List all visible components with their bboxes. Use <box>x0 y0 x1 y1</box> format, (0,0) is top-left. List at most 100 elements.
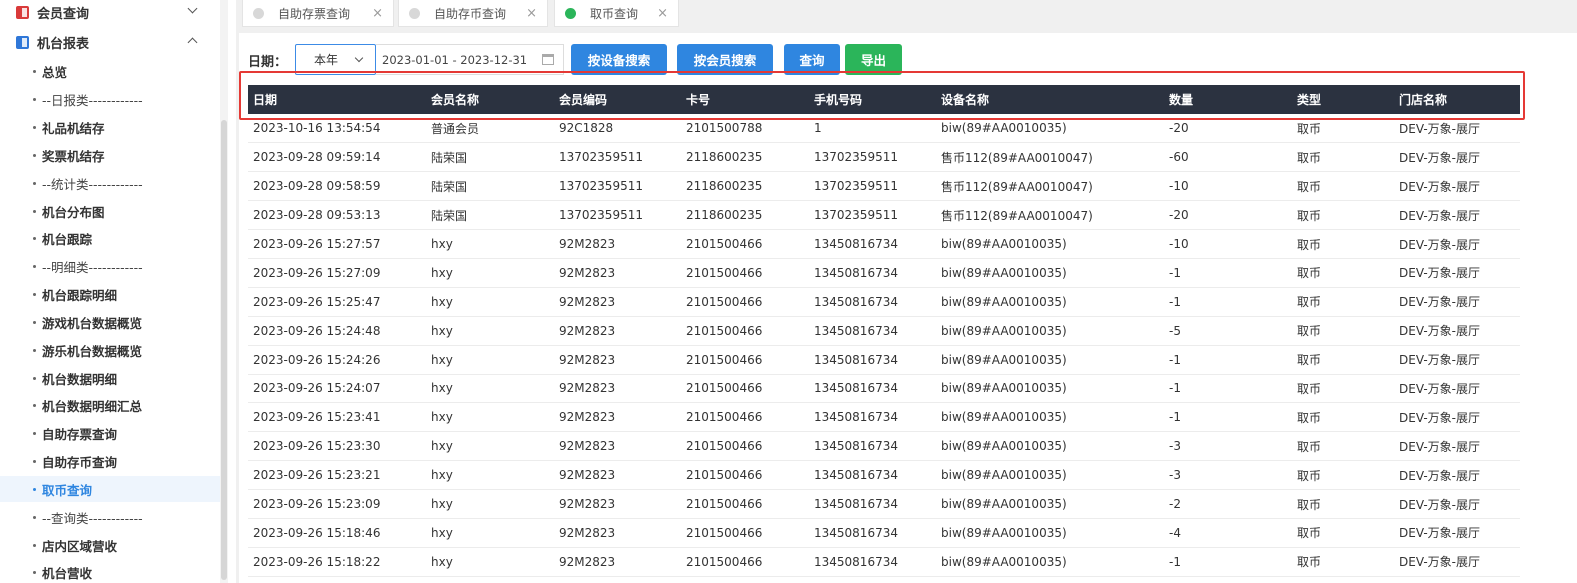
column-header-member-name[interactable]: 会员名称 <box>426 85 554 114</box>
sidebar-item-label: --查询类------------ <box>42 510 143 526</box>
bullet-icon <box>33 348 36 352</box>
cell-device-name: 售币112(89#AA0010047) <box>941 179 1093 194</box>
table-row[interactable]: 2023-09-26 15:27:09 hxy 92M2823 2101500466 1… <box>248 258 1520 288</box>
sidebar-item-label: 机台分布图 <box>42 204 105 220</box>
cell-type: 取币 <box>1297 237 1322 252</box>
cell-quantity: -1 <box>1169 294 1181 309</box>
cell-device-name: biw(89#AA0010035) <box>941 352 1067 367</box>
cell-phone: 13450816734 <box>814 265 898 280</box>
tab-bar: 自助存票查询 × 自助存币查询 × 取币查询 × <box>236 0 1577 33</box>
table-row[interactable]: 2023-09-26 15:18:22 hxy 92M2823 2101500466 1… <box>248 547 1520 577</box>
close-icon[interactable]: × <box>526 6 537 21</box>
date-range-value: 2023-01-01 - 2023-12-31 <box>382 52 528 67</box>
column-header-card-no[interactable]: 卡号 <box>681 85 809 114</box>
table-row[interactable]: 2023-09-26 15:23:21 hxy 92M2823 2101500466 1… <box>248 461 1520 490</box>
table-row[interactable]: 2023-09-26 15:23:30 hxy 92M2823 2101500466 1… <box>248 432 1520 461</box>
table-row[interactable]: 2023-09-28 09:59:14 陆荣国 13702359511 2118600… <box>248 143 1520 172</box>
table-row[interactable]: 2023-09-28 09:58:59 陆荣国 13702359511 2118600… <box>248 172 1520 201</box>
cell-card-no: 2118600235 <box>686 150 763 165</box>
sidebar-group-machine-report[interactable]: 机台报表 <box>0 28 220 56</box>
table-row[interactable]: 2023-09-26 15:23:41 hxy 92M2823 2101500466 1… <box>248 403 1520 432</box>
sidebar-scrollbar-thumb[interactable] <box>221 120 227 580</box>
bullet-icon <box>33 97 36 101</box>
tab-self-ticket-query[interactable]: 自助存票查询 × <box>242 0 394 27</box>
cell-device-name: biw(89#AA0010035) <box>941 265 1067 280</box>
cell-card-no: 2101500466 <box>686 237 763 251</box>
export-button[interactable]: 导出 <box>845 44 902 75</box>
sidebar-item-ride-machine-overview[interactable]: 游乐机台数据概览 <box>0 337 226 363</box>
bullet-icon <box>33 292 36 296</box>
tab-active-dot <box>565 7 576 19</box>
cell-device-name: biw(89#AA0010035) <box>941 497 1067 512</box>
sidebar-item-machine-distribution[interactable]: 机台分布图 <box>0 198 226 224</box>
table-row[interactable]: 2023-09-26 15:27:57 hxy 92M2823 2101500466 1… <box>248 230 1520 259</box>
cell-card-no: 2118600235 <box>686 208 763 223</box>
table-row[interactable]: 2023-09-28 09:53:13 陆荣国 13702359511 2118600… <box>248 201 1520 230</box>
sidebar-item-machine-data-summary[interactable]: 机台数据明细汇总 <box>0 392 226 418</box>
cell-type: 取币 <box>1297 208 1322 223</box>
sidebar-item-label: 自助存币查询 <box>42 454 118 470</box>
period-select[interactable]: 本年 <box>295 44 376 75</box>
bullet-icon <box>33 236 36 240</box>
cell-member-name: hxy <box>431 497 453 512</box>
table-row[interactable]: 2023-09-26 15:18:46 hxy 92M2823 2101500466 1… <box>248 518 1520 548</box>
search-by-member-button[interactable]: 按会员搜索 <box>677 44 773 75</box>
bullet-icon <box>33 153 36 157</box>
sidebar-item-machine-data-detail[interactable]: 机台数据明细 <box>0 365 226 391</box>
close-icon[interactable]: × <box>657 6 668 21</box>
sidebar-item-gift-machine-stock[interactable]: 礼品机结存 <box>0 114 226 140</box>
cell-card-no: 2101500466 <box>686 265 763 280</box>
table-row[interactable]: 2023-10-16 13:54:54 普通会员 92C1828 2101500788… <box>248 114 1520 143</box>
table-row[interactable]: 2023-09-26 15:25:47 hxy 92M2823 2101500466 1… <box>248 287 1520 317</box>
column-header-date[interactable]: 日期 <box>248 85 426 114</box>
query-button[interactable]: 查询 <box>784 44 840 75</box>
cell-member-code: 92M2823 <box>559 294 616 309</box>
chevron-up-icon <box>187 37 198 48</box>
cell-device-name: biw(89#AA0010035) <box>941 525 1067 540</box>
column-header-store-name[interactable]: 门店名称 <box>1394 85 1520 114</box>
sidebar-item-machine-tracking-detail[interactable]: 机台跟踪明细 <box>0 281 226 307</box>
column-header-quantity[interactable]: 数量 <box>1164 85 1292 114</box>
table-row[interactable]: 2023-09-26 15:24:48 hxy 92M2823 2101500466 1… <box>248 316 1520 346</box>
sidebar-item-self-ticket-query[interactable]: 自助存票查询 <box>0 420 226 446</box>
sidebar-item-ticket-machine-stock[interactable]: 奖票机结存 <box>0 142 226 168</box>
table-row[interactable]: 2023-09-26 15:24:26 hxy 92M2823 2101500466 1… <box>248 345 1520 375</box>
cell-date: 2023-09-26 15:23:21 <box>253 468 381 483</box>
cell-card-no: 2101500466 <box>686 381 763 396</box>
column-header-member-code[interactable]: 会员编码 <box>554 85 681 114</box>
cell-phone: 13450816734 <box>814 554 898 569</box>
search-by-device-button[interactable]: 按设备搜索 <box>571 44 667 75</box>
tab-self-coin-query[interactable]: 自助存币查询 × <box>398 0 548 27</box>
cell-member-name: hxy <box>431 468 453 483</box>
sidebar-item-overview[interactable]: 总览 <box>0 58 226 84</box>
sidebar-item-game-machine-overview[interactable]: 游戏机台数据概览 <box>0 309 226 335</box>
sidebar-group-member-query[interactable]: 会员查询 <box>0 0 220 26</box>
cell-store-name: DEV-万象-展厅 <box>1399 179 1480 194</box>
cell-store-name: DEV-万象-展厅 <box>1399 266 1480 281</box>
tab-coin-withdraw-query[interactable]: 取币查询 × <box>554 0 679 27</box>
cell-type: 取币 <box>1297 295 1322 310</box>
cell-phone: 13450816734 <box>814 294 898 309</box>
cell-member-name: hxy <box>431 525 453 540</box>
column-header-type[interactable]: 类型 <box>1292 85 1394 114</box>
bullet-icon <box>33 69 36 73</box>
table-row[interactable]: 2023-09-26 15:23:09 hxy 92M2823 2101500466 1… <box>248 490 1520 519</box>
cell-date: 2023-09-26 15:23:41 <box>253 410 381 425</box>
sidebar-item-self-coin-query[interactable]: 自助存币查询 <box>0 448 226 474</box>
sidebar-separator-query: --查询类------------ <box>0 504 226 530</box>
cell-date: 2023-09-26 15:25:47 <box>253 294 381 309</box>
column-header-phone[interactable]: 手机号码 <box>809 85 936 114</box>
sidebar-item-machine-revenue[interactable]: 机台营收 <box>0 559 226 583</box>
cell-date: 2023-09-26 15:18:46 <box>253 525 381 540</box>
cell-member-name: 陆荣国 <box>431 208 468 223</box>
cell-phone: 13450816734 <box>814 410 898 425</box>
table-row[interactable]: 2023-09-26 15:24:07 hxy 92M2823 2101500466 1… <box>248 374 1520 403</box>
column-header-device-name[interactable]: 设备名称 <box>936 85 1164 114</box>
close-icon[interactable]: × <box>372 6 383 21</box>
sidebar-item-label: 奖票机结存 <box>42 148 105 164</box>
cell-store-name: DEV-万象-展厅 <box>1399 150 1480 165</box>
sidebar-item-area-revenue[interactable]: 店内区域营收 <box>0 532 226 558</box>
sidebar-item-machine-tracking[interactable]: 机台跟踪 <box>0 225 226 251</box>
date-range-input[interactable]: 2023-01-01 - 2023-12-31 <box>376 44 564 75</box>
sidebar-item-coin-withdraw-query[interactable]: 取币查询 <box>0 476 226 502</box>
